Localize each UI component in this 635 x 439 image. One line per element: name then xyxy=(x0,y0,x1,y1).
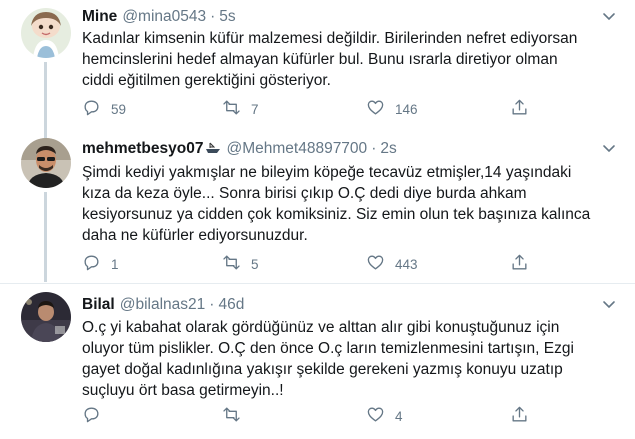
reply-icon xyxy=(82,98,101,120)
thread-line xyxy=(44,192,47,282)
tweet-text-line: Kadınlar kimsenin küfür malzemesi değild… xyxy=(82,30,578,47)
display-name[interactable]: mehmetbesyo07 xyxy=(82,140,203,158)
heart-icon xyxy=(366,98,385,120)
tweet-actions: 4 xyxy=(82,405,542,427)
tweet-card[interactable]: mehmetbesyo07 @Mehmet48897700 · 2s Şimdi… xyxy=(0,130,635,282)
thread-line xyxy=(44,130,47,138)
retweet-button[interactable]: 5 xyxy=(222,253,259,275)
reply-count: 1 xyxy=(111,256,119,272)
retweet-button[interactable]: 7 xyxy=(222,98,259,120)
like-button[interactable]: 146 xyxy=(366,98,418,120)
retweet-icon xyxy=(222,98,241,120)
tweet-card[interactable]: Mine @mina0543 · 5s Kadınlar kimsenin kü… xyxy=(0,0,635,140)
avatar[interactable] xyxy=(21,8,71,58)
user-handle[interactable]: @bilalnas21 xyxy=(120,296,206,314)
timestamp[interactable]: 46d xyxy=(218,296,244,314)
user-handle[interactable]: @mina0543 xyxy=(122,8,206,26)
tweet-text-line: Şimdi kediyi yakmışlar ne bileyim köpeğe… xyxy=(82,164,572,181)
tweet-text-line: oluyor tüm pislikler. O.Ç den önce O.ç l… xyxy=(82,340,574,357)
separator-dot: · xyxy=(210,8,216,25)
tweet-text-line: gayet doğal kadınlığına yakışır şekilde … xyxy=(82,361,563,378)
tweet-card[interactable]: Bilal @bilalnas21 · 46d O.ç yi kabahat o… xyxy=(0,284,635,439)
tweet-text: O.ç yi kabahat olarak gördüğünüz ve altt… xyxy=(82,317,617,401)
display-name[interactable]: Bilal xyxy=(82,296,115,314)
reply-count: 59 xyxy=(111,101,127,117)
thread-line xyxy=(44,62,47,140)
tweet-text-line: daha ne küfürler ediyorsunuzdur. xyxy=(82,227,308,244)
timestamp[interactable]: 2s xyxy=(380,140,396,158)
tweet-text-line: suçluyu ört basa getirmeyin..! xyxy=(82,382,284,399)
chevron-down-icon[interactable] xyxy=(601,296,617,312)
share-button[interactable] xyxy=(510,98,529,120)
tweet-text-line: kesiyorsunuz ya cidden çok komiksiniz. S… xyxy=(82,206,591,223)
tweet-actions: 1 5 443 xyxy=(82,253,542,275)
tweet-text-line: kıza da keza öyle... Sonra birisi çıkıp … xyxy=(82,185,527,202)
tweet-actions: 59 7 146 xyxy=(82,98,542,120)
user-handle[interactable]: @Mehmet48897700 xyxy=(226,140,367,158)
heart-icon xyxy=(366,253,385,275)
separator-dot: · xyxy=(371,140,377,157)
reply-button[interactable]: 1 xyxy=(82,253,119,275)
reply-icon xyxy=(82,405,101,427)
heart-icon xyxy=(366,405,385,427)
like-button[interactable]: 4 xyxy=(366,405,403,427)
tweet-text-line: hemcinslerini hedef almayan küfürler bul… xyxy=(82,51,558,68)
reply-button[interactable]: 59 xyxy=(82,98,126,120)
reply-button[interactable] xyxy=(82,405,111,427)
share-button[interactable] xyxy=(510,405,529,427)
retweet-count: 5 xyxy=(251,256,259,272)
tweet-header: Bilal @bilalnas21 · 46d xyxy=(82,294,244,316)
avatar[interactable] xyxy=(21,138,71,188)
like-count: 146 xyxy=(395,101,418,117)
avatar[interactable] xyxy=(21,292,71,342)
retweet-button[interactable] xyxy=(222,405,251,427)
separator-dot: · xyxy=(209,296,215,313)
chevron-down-icon[interactable] xyxy=(601,8,617,24)
tweet-text: Kadınlar kimsenin küfür malzemesi değild… xyxy=(82,28,617,91)
display-name[interactable]: Mine xyxy=(82,8,117,26)
share-button[interactable] xyxy=(510,253,529,275)
tweet-header: mehmetbesyo07 @Mehmet48897700 · 2s xyxy=(82,138,397,160)
reply-icon xyxy=(82,253,101,275)
share-icon xyxy=(510,405,529,427)
tweet-text-line: O.ç yi kabahat olarak gördüğünüz ve altt… xyxy=(82,319,560,336)
share-icon xyxy=(510,98,529,120)
like-button[interactable]: 443 xyxy=(366,253,418,275)
tweet-text: Şimdi kediyi yakmışlar ne bileyim köpeğe… xyxy=(82,162,617,246)
retweet-icon xyxy=(222,405,241,427)
like-count: 443 xyxy=(395,256,418,272)
like-count: 4 xyxy=(395,408,403,424)
tweet-header: Mine @mina0543 · 5s xyxy=(82,6,236,28)
retweet-icon xyxy=(222,253,241,275)
tweet-text-line: ciddi eğitilmen gerektiğini gösteriyor. xyxy=(82,72,331,89)
timestamp[interactable]: 5s xyxy=(219,8,235,26)
share-icon xyxy=(510,253,529,275)
chevron-down-icon[interactable] xyxy=(601,140,617,156)
ship-emoji-icon xyxy=(205,142,221,157)
retweet-count: 7 xyxy=(251,101,259,117)
